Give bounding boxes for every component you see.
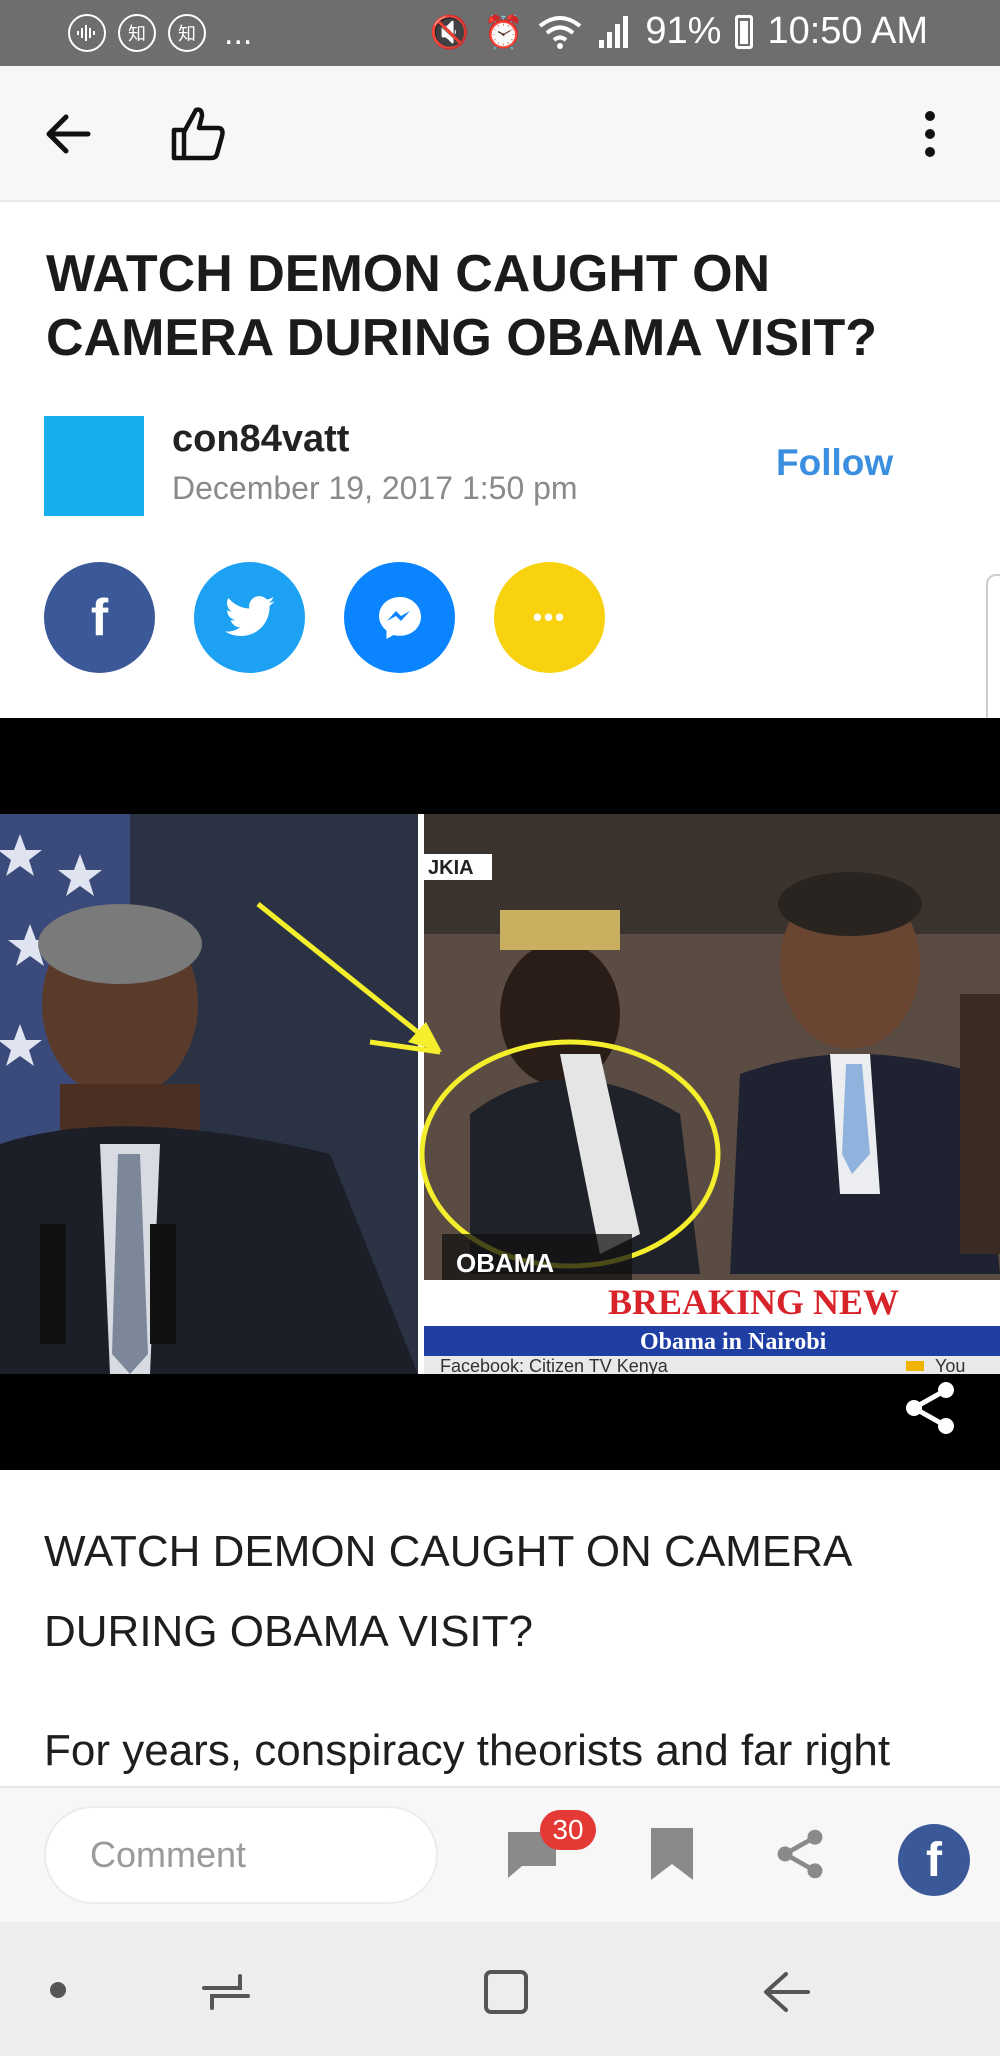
thumbs-up-icon[interactable] — [166, 102, 230, 166]
news-photo: JKIA OBAMA BREAKING NEW Obama in Nairobi… — [0, 814, 1000, 1374]
comment-count-badge: 30 — [540, 1810, 596, 1850]
wifi-icon — [539, 15, 582, 49]
share-icon — [777, 1829, 823, 1879]
twitter-share-button[interactable] — [194, 562, 305, 673]
facebook-share-bottom-button[interactable]: f — [898, 1824, 970, 1896]
follow-button[interactable]: Follow — [776, 442, 893, 484]
share-icon[interactable] — [900, 1378, 960, 1438]
back-arrow-icon[interactable] — [38, 104, 98, 164]
zhihu-app-icon-2: 知 — [168, 14, 206, 52]
status-bar-left: 知 知 ... — [68, 14, 252, 52]
facebook-icon: f — [90, 588, 109, 647]
status-bar: 知 知 ... 🔇 ⏰ 91% 10:50 AM — [0, 0, 1000, 66]
bottom-action-bar: 30 f — [0, 1786, 1000, 1922]
alarm-icon: ⏰ — [483, 12, 524, 51]
back-icon[interactable] — [756, 1962, 816, 2022]
bookmark-button[interactable] — [636, 1818, 708, 1890]
signal-icon — [599, 15, 629, 48]
author-name[interactable]: con84vatt — [172, 418, 349, 461]
clock-time: 10:50 AM — [767, 10, 928, 52]
ticker-footer-2: You — [935, 1356, 965, 1374]
system-nav-bar — [0, 1922, 1000, 2056]
more-notifications-indicator: ... — [224, 14, 253, 52]
home-icon[interactable] — [476, 1962, 536, 2022]
messenger-icon — [378, 596, 421, 639]
channel-tag: JKIA — [428, 857, 474, 879]
twitter-icon — [224, 595, 275, 636]
more-vertical-icon[interactable] — [900, 104, 960, 164]
waveform-icon — [68, 14, 106, 52]
comment-input[interactable] — [44, 1806, 438, 1904]
ticker-headline: BREAKING NEW — [608, 1282, 899, 1322]
facebook-share-button[interactable]: f — [44, 562, 155, 673]
messenger-share-button[interactable] — [344, 562, 455, 673]
battery-icon — [735, 14, 754, 49]
caption-tag: OBAMA — [456, 1248, 554, 1278]
more-share-button[interactable]: ••• — [494, 562, 605, 673]
more-dots-icon: ••• — [532, 602, 567, 632]
ticker-footer: Facebook: Citizen TV Kenya — [440, 1356, 669, 1374]
status-bar-right: 🔇 ⏰ 91% 10:50 AM — [430, 10, 928, 53]
share-buttons: f ••• — [44, 562, 605, 673]
top-app-bar — [0, 66, 1000, 202]
author-avatar[interactable] — [44, 416, 144, 516]
article-body-title: WATCH DEMON CAUGHT ON CAMERA DURING OBAM… — [44, 1527, 850, 1656]
battery-percent: 91% — [645, 10, 722, 52]
zhihu-app-icon: 知 — [118, 14, 156, 52]
share-button[interactable] — [764, 1818, 836, 1890]
post-date: December 19, 2017 1:50 pm — [172, 470, 578, 506]
dot-icon[interactable] — [50, 1982, 66, 1998]
article-body-paragraph: For years, conspiracy theorists and far … — [44, 1726, 891, 1775]
recent-apps-icon[interactable] — [196, 1962, 256, 2022]
article-image[interactable]: JKIA OBAMA BREAKING NEW Obama in Nairobi… — [0, 718, 1000, 1470]
article-headline: WATCH DEMON CAUGHT ON CAMERA DURING OBAM… — [46, 245, 878, 367]
facebook-icon: f — [926, 1833, 942, 1887]
bookmark-icon — [651, 1828, 693, 1880]
ticker-subline: Obama in Nairobi — [640, 1329, 827, 1355]
mute-icon: 🔇 — [429, 12, 470, 51]
